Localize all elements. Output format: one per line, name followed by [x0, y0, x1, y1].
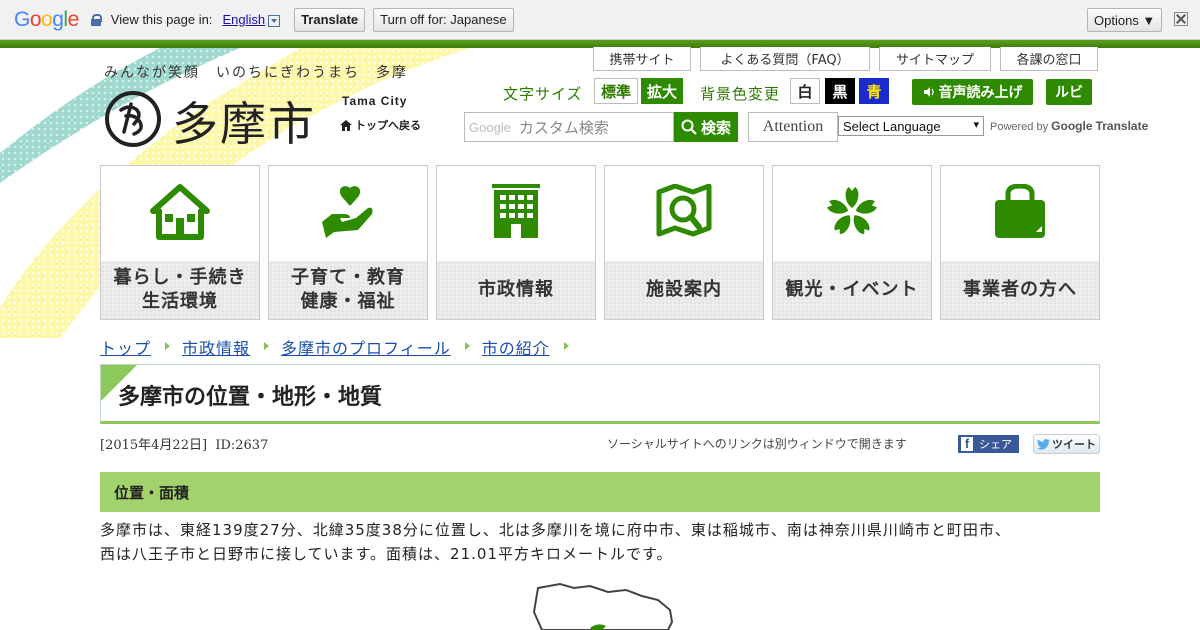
search-brand: Google — [469, 119, 511, 135]
powered-by-label: Powered by — [990, 121, 1049, 133]
search-button[interactable]: 検索 — [674, 112, 738, 142]
home-icon — [340, 119, 352, 131]
sitemap-link[interactable]: サイトマップ — [879, 47, 991, 71]
breadcrumb-arrow-icon — [563, 342, 569, 350]
building-icon — [437, 184, 595, 242]
tile-city-info[interactable]: 市政情報 — [436, 165, 596, 320]
voice-read-button[interactable]: 音声読み上げ — [912, 79, 1033, 105]
language-select[interactable]: Select Language — [838, 116, 984, 136]
powered-by-google[interactable]: Powered by Google Translate — [990, 119, 1148, 133]
bag-icon — [941, 184, 1099, 242]
category-tiles: 暮らし・手続き 生活環境 子育て・教育 健康・福祉 市政情報 施設案内 観光・イベン… — [100, 165, 1100, 320]
search-placeholder: カスタム検索 — [518, 118, 609, 137]
breadcrumb-arrow-icon — [165, 342, 171, 350]
tile-childcare[interactable]: 子育て・教育 健康・福祉 — [268, 165, 428, 320]
bg-black-button[interactable]: 黒 — [825, 78, 855, 104]
tama-logo-mark[interactable] — [104, 90, 162, 148]
lock-icon — [90, 13, 102, 26]
tile-label-line1: 暮らし・手続き — [113, 267, 247, 288]
bg-white-button[interactable]: 白 — [790, 78, 820, 104]
body-paragraph: 多摩市は、東経139度27分、北緯35度38分に位置し、北は多摩川を境に府中市、… — [100, 518, 1100, 566]
turn-off-button[interactable]: Turn off for: Japanese — [373, 7, 514, 32]
google-logo: Google — [14, 7, 79, 31]
section-heading: 位置・面積 — [100, 472, 1100, 512]
page-title-box: 多摩市の位置・地形・地質 — [100, 364, 1100, 424]
tile-label-line1: 事業者の方へ — [963, 279, 1077, 300]
ruby-button[interactable]: ルビ — [1046, 79, 1092, 105]
google-translate-bar: Google View this page in: English Transl… — [0, 0, 1200, 40]
options-button[interactable]: Options ▼ — [1087, 8, 1163, 32]
tile-label-line1: 市政情報 — [478, 279, 554, 300]
mobile-site-link[interactable]: 携帯サイト — [593, 47, 691, 71]
top-links: 携帯サイト よくある質問（FAQ） サイトマップ 各課の窓口 — [593, 47, 1098, 71]
breadcrumb-top[interactable]: トップ — [100, 335, 151, 359]
breadcrumb-arrow-icon — [264, 342, 270, 350]
breadcrumb-intro[interactable]: 市の紹介 — [482, 335, 550, 359]
home-link-label: トップへ戻る — [355, 119, 421, 132]
tile-label-line2: 生活環境 — [142, 291, 218, 312]
home-link[interactable]: トップへ戻る — [340, 117, 421, 133]
house-icon — [101, 184, 259, 242]
facebook-share-button[interactable]: f シェア — [958, 435, 1019, 453]
tile-label-line1: 観光・イベント — [785, 279, 919, 300]
font-size-label: 文字サイズ — [503, 85, 583, 103]
twitter-icon — [1037, 438, 1050, 450]
facebook-icon: f — [961, 436, 973, 451]
tile-label-line1: 施設案内 — [646, 279, 722, 300]
flower-icon — [773, 184, 931, 242]
tagline: みんなが笑顔 いのちにぎわうまち 多摩 — [104, 65, 408, 81]
page-id: ID:2637 — [215, 438, 269, 453]
breadcrumb-city-info[interactable]: 市政情報 — [182, 335, 250, 359]
tile-living[interactable]: 暮らし・手続き 生活環境 — [100, 165, 260, 320]
publish-date-value: [2015年4月22日] — [100, 438, 208, 453]
departments-link[interactable]: 各課の窓口 — [1000, 47, 1098, 71]
publish-date: [2015年4月22日] ID:2637 — [100, 434, 268, 453]
faq-link[interactable]: よくある質問（FAQ） — [700, 47, 870, 71]
breadcrumb: トップ 市政情報 多摩市のプロフィール 市の紹介 — [100, 335, 581, 359]
powered-by-brand: Google — [1051, 119, 1093, 133]
site-logo-text[interactable]: 多摩市 — [172, 88, 316, 154]
close-icon[interactable] — [1174, 12, 1188, 26]
language-link[interactable]: English — [222, 12, 265, 27]
search-icon — [681, 119, 697, 135]
share-label: シェア — [979, 438, 1012, 451]
tile-label-line1: 子育て・教育 — [291, 267, 405, 288]
font-standard-button[interactable]: 標準 — [594, 78, 638, 104]
tile-business[interactable]: 事業者の方へ — [940, 165, 1100, 320]
tile-label-line2: 健康・福祉 — [300, 291, 396, 312]
site-logo-en: Tama City — [342, 94, 408, 108]
speaker-icon — [923, 87, 934, 97]
heart-hand-icon — [269, 184, 427, 242]
translate-prompt: View this page in: — [110, 12, 213, 27]
breadcrumb-profile[interactable]: 多摩市のプロフィール — [281, 335, 451, 359]
search-button-label: 検索 — [700, 118, 731, 137]
tweet-label: ツイート — [1052, 438, 1096, 451]
powered-by-translate: Translate — [1095, 119, 1149, 133]
body-line: 多摩市は、東経139度27分、北緯35度38分に位置し、北は多摩川を境に府中市、… — [100, 521, 1011, 539]
tile-facilities[interactable]: 施設案内 — [604, 165, 764, 320]
tile-tourism[interactable]: 観光・イベント — [772, 165, 932, 320]
breadcrumb-arrow-icon — [464, 342, 470, 350]
chevron-down-icon[interactable] — [268, 14, 281, 27]
search-input[interactable]: Google カスタム検索 — [464, 112, 674, 142]
attention-button[interactable]: Attention — [748, 112, 838, 142]
bg-color-label: 背景色変更 — [700, 85, 781, 103]
tweet-button[interactable]: ツイート — [1033, 434, 1100, 454]
font-large-button[interactable]: 拡大 — [641, 78, 683, 104]
social-note: ソーシャルサイトへのリンクは別ウィンドウで開きます — [607, 437, 907, 451]
translate-button[interactable]: Translate — [294, 7, 366, 32]
map-search-icon — [605, 184, 763, 242]
bg-blue-button[interactable]: 青 — [859, 78, 889, 104]
body-line: 西は八王子市と日野市に接しています。面積は、21.01平方キロメートルです。 — [100, 545, 673, 563]
page-title: 多摩市の位置・地形・地質 — [118, 385, 383, 410]
voice-read-label: 音声読み上げ — [938, 85, 1023, 101]
location-map — [532, 582, 674, 630]
